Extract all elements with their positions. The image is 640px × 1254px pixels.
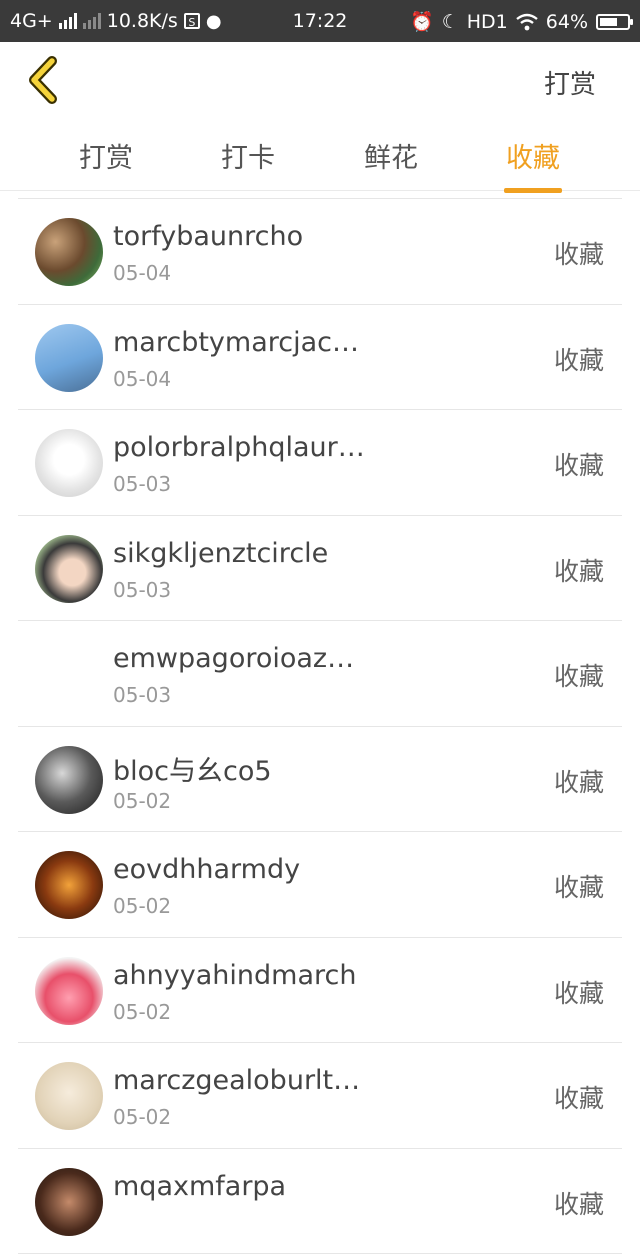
list-item[interactable]: polorbralphqlaur… 05-03 收藏: [18, 410, 622, 516]
tab-checkin[interactable]: 打卡: [188, 136, 308, 175]
list-item[interactable]: mqaxmfarpa 收藏: [18, 1149, 622, 1254]
status-bar: 4G+ 10.8K/s S ● 17:22 ⏰ ☾ HD1 64%: [0, 0, 640, 42]
status-time: 17:22: [293, 10, 348, 32]
battery-icon: [596, 14, 630, 30]
nav-bar: 打赏: [0, 42, 640, 122]
item-date: 05-02: [113, 1105, 171, 1129]
user-name: emwpagoroioaz…: [113, 643, 354, 674]
avatar: [35, 324, 103, 392]
list-item[interactable]: emwpagoroioaz… 05-03 收藏: [18, 621, 622, 727]
favorites-list: torfybaunrcho 05-04 收藏 marcbtymarcjac… 0…: [18, 198, 622, 1254]
user-name: sikgkljenztcircle: [113, 538, 328, 569]
action-type: 收藏: [554, 1185, 604, 1221]
list-item[interactable]: eovdhharmdy 05-02 收藏: [18, 832, 622, 938]
tab-reward[interactable]: 打赏: [46, 136, 166, 175]
item-date: 05-02: [113, 1000, 171, 1024]
reward-button[interactable]: 打赏: [544, 64, 596, 101]
list-item[interactable]: ahnyyahindmarch 05-02 收藏: [18, 938, 622, 1044]
list-item[interactable]: marczgealoburlt… 05-02 收藏: [18, 1043, 622, 1149]
hd-indicator: HD1: [467, 11, 508, 33]
action-type: 收藏: [554, 763, 604, 799]
tab-label: 鲜花: [364, 143, 418, 174]
user-name: polorbralphqlaur…: [113, 432, 365, 463]
alarm-icon: ⏰: [410, 10, 434, 33]
tab-label: 打赏: [79, 143, 133, 174]
action-type: 收藏: [554, 552, 604, 588]
avatar: [35, 640, 103, 708]
tab-flowers[interactable]: 鲜花: [331, 136, 451, 175]
item-date: 05-03: [113, 472, 171, 496]
list-item[interactable]: torfybaunrcho 05-04 收藏: [18, 199, 622, 305]
action-type: 收藏: [554, 235, 604, 271]
user-name: mqaxmfarpa: [113, 1171, 286, 1202]
avatar: [35, 1062, 103, 1130]
list-item[interactable]: sikgkljenztcircle 05-03 收藏: [18, 516, 622, 622]
avatar: [35, 218, 103, 286]
user-name: marczgealoburlt…: [113, 1065, 360, 1096]
item-date: 05-04: [113, 367, 171, 391]
item-date: 05-02: [113, 894, 171, 918]
avatar: [35, 851, 103, 919]
item-date: 05-03: [113, 683, 171, 707]
tab-label: 收藏: [506, 143, 560, 174]
chevron-left-icon[interactable]: [22, 56, 70, 104]
action-type: 收藏: [554, 974, 604, 1010]
avatar: [35, 957, 103, 1025]
avatar: [35, 746, 103, 814]
avatar: [35, 535, 103, 603]
list-item[interactable]: marcbtymarcjac… 05-04 收藏: [18, 305, 622, 411]
tab-indicator: [504, 188, 562, 193]
tab-favorites[interactable]: 收藏: [473, 136, 593, 175]
action-type: 收藏: [554, 1079, 604, 1115]
list-item[interactable]: bloc与幺co5 05-02 收藏: [18, 727, 622, 833]
wifi-icon: [516, 13, 538, 31]
avatar: [35, 1168, 103, 1236]
tab-label: 打卡: [221, 143, 275, 174]
action-type: 收藏: [554, 446, 604, 482]
item-date: 05-04: [113, 261, 171, 285]
battery-percent: 64%: [546, 11, 588, 33]
user-name: eovdhharmdy: [113, 854, 300, 885]
user-name: torfybaunrcho: [113, 221, 303, 252]
user-name: marcbtymarcjac…: [113, 327, 359, 358]
tab-bar: 打赏 打卡 鲜花 收藏: [0, 122, 640, 191]
user-name: bloc与幺co5: [113, 749, 272, 788]
item-date: 05-02: [113, 789, 171, 813]
item-date: 05-03: [113, 578, 171, 602]
action-type: 收藏: [554, 868, 604, 904]
avatar: [35, 429, 103, 497]
action-type: 收藏: [554, 341, 604, 377]
moon-icon: ☾: [442, 11, 459, 33]
user-name: ahnyyahindmarch: [113, 960, 356, 991]
action-type: 收藏: [554, 657, 604, 693]
